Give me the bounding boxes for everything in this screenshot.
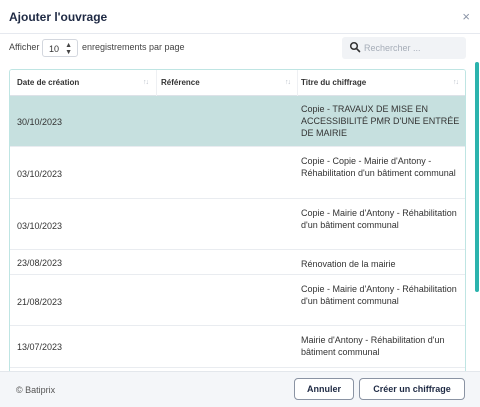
cell-date: 03/10/2023 (17, 169, 63, 179)
column-header-reference[interactable]: Référence (161, 78, 200, 87)
column-divider (156, 70, 157, 96)
table-row[interactable]: 03/10/2023 Copie - Copie - Mairie d'Anton… (10, 147, 465, 199)
scrollbar-thumb[interactable] (475, 62, 479, 292)
search-input[interactable]: Rechercher ... (342, 37, 466, 59)
cell-date: 13/07/2023 (17, 342, 63, 352)
table-row[interactable]: 30/10/2023 Copie - TRAVAUX DE MISE EN ACC… (10, 96, 465, 147)
sort-icon[interactable]: ↑↓ (143, 79, 149, 86)
column-divider (297, 70, 298, 96)
cell-title: Rénovation de la mairie (301, 259, 396, 269)
search-placeholder: Rechercher ... (364, 43, 421, 53)
cell-date: 21/08/2023 (17, 297, 63, 307)
cell-title: Copie - Mairie d'Antony - Réhabilitation… (301, 284, 457, 306)
page-length-value: 10 (49, 44, 60, 54)
cell-title: Copie - Copie - Mairie d'Antony - Réhabi… (301, 156, 456, 178)
per-page-label: enregistrements par page (82, 42, 185, 52)
sort-icon[interactable]: ↑↓ (285, 79, 291, 86)
show-label: Afficher (9, 42, 40, 52)
works-table: Date de création ↑↓ Référence ↑↓ Titre d… (9, 69, 466, 371)
table-header: Date de création ↑↓ Référence ↑↓ Titre d… (10, 70, 465, 96)
table-row[interactable]: 03/10/2023 Copie - Mairie d'Antony - Réha… (10, 199, 465, 250)
modal-header: Ajouter l'ouvrage × (0, 0, 480, 34)
page-length-select[interactable]: 10 ▲ ▼ (42, 39, 78, 57)
modal-title: Ajouter l'ouvrage (9, 10, 108, 24)
add-work-modal: Ajouter l'ouvrage × Afficher 10 ▲ ▼ enreg… (0, 0, 480, 407)
cell-title: Mairie d'Antony - Réhabilitation d'un bâ… (301, 335, 445, 357)
cell-date: 03/10/2023 (17, 221, 63, 231)
table-row[interactable]: 23/08/2023 Rénovation de la mairie (10, 250, 465, 275)
cell-date: 30/10/2023 (17, 117, 63, 127)
search-icon (349, 41, 361, 53)
modal-footer: © Batiprix Annuler Créer un chiffrage (0, 371, 480, 407)
table-row[interactable]: 21/08/2023 Copie - Mairie d'Antony - Réha… (10, 275, 465, 326)
copyright-text: © Batiprix (16, 385, 56, 395)
column-header-title[interactable]: Titre du chiffrage (301, 78, 366, 87)
chevron-updown-icon: ▲ ▼ (65, 42, 72, 56)
table-row[interactable]: 13/07/2023 Mairie d'Antony - Réhabilitati… (10, 326, 465, 368)
cell-title: Copie - Mairie d'Antony - Réhabilitation… (301, 208, 457, 230)
column-header-date[interactable]: Date de création (17, 78, 79, 87)
sort-icon[interactable]: ↑↓ (453, 79, 459, 86)
create-quote-button[interactable]: Créer un chiffrage (359, 378, 465, 400)
cell-title: Copie - TRAVAUX DE MISE EN ACCESSIBILITÉ… (301, 104, 460, 138)
cell-date: 23/08/2023 (17, 258, 63, 268)
cancel-button[interactable]: Annuler (294, 378, 354, 400)
close-icon[interactable]: × (462, 9, 470, 24)
